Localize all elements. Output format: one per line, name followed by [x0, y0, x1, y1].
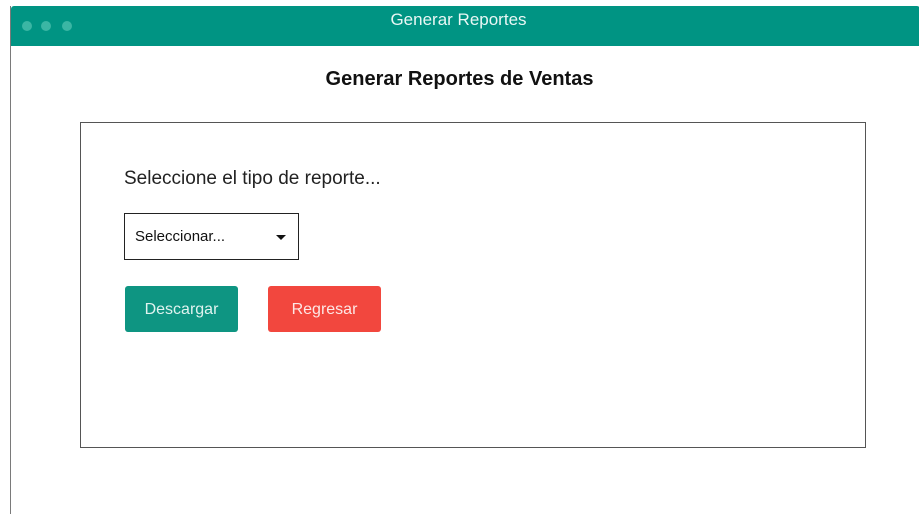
select-value: Seleccionar... — [135, 228, 226, 245]
report-type-label: Seleccione el tipo de reporte... — [124, 168, 381, 189]
window-title: Generar Reportes — [390, 10, 527, 29]
report-type-select[interactable]: Seleccionar... — [124, 213, 299, 260]
caret-down-icon — [276, 235, 286, 240]
page-title: Generar Reportes de Ventas — [325, 68, 594, 90]
download-button[interactable]: Descargar — [125, 286, 238, 332]
back-button[interactable]: Regresar — [268, 286, 381, 332]
